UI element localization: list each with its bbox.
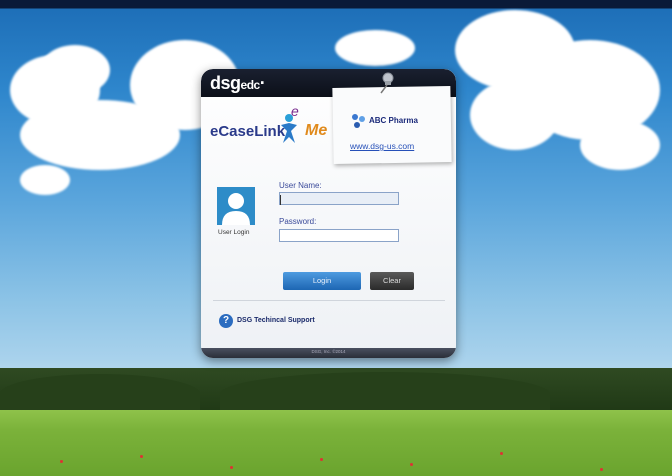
cloud [470,80,560,150]
flower [60,460,63,463]
sponsor-url-link[interactable]: www.dsg-us.com [350,141,414,151]
product-name: eCaseLink [210,123,286,140]
molecule-icon [352,114,365,128]
sponsor-name: ABC Pharma [369,116,418,125]
flower [140,455,143,458]
brand-mark: · [259,73,266,93]
username-label: User Name: [279,181,322,190]
user-silhouette-icon [222,193,250,225]
cloud [580,120,660,170]
brand-name: dsg [210,73,241,93]
login-button[interactable]: Login [283,272,361,290]
divider [213,300,445,301]
user-avatar-icon [217,187,255,225]
cloud [20,165,70,195]
clear-button[interactable]: Clear [370,272,414,290]
treeline [0,374,200,414]
dsg-edc-logo: dsgedc· [210,73,266,94]
flower [600,468,603,471]
flower [230,466,233,469]
pushpin-icon [380,72,394,94]
support-link[interactable]: DSG Techincal Support [237,317,315,324]
text-caret [280,195,281,205]
product-e: e [291,103,299,119]
flower [500,452,503,455]
cloud [40,45,110,95]
brand-sub: edc [240,78,261,92]
user-login-label: User Login [218,229,250,236]
password-input[interactable] [279,229,399,242]
flower [320,458,323,461]
product-me: Me [305,122,328,139]
grass-field [0,410,672,476]
flower [410,463,413,466]
cloud [335,30,415,66]
password-label: Password: [279,217,317,226]
username-input[interactable] [279,192,399,205]
copyright-text: DSG, Inc. ©2014 [311,349,346,354]
help-icon[interactable]: ? [219,314,233,328]
login-card: dsgedc· ABC Pharma www.dsg-us.com eCaseL… [201,69,456,358]
